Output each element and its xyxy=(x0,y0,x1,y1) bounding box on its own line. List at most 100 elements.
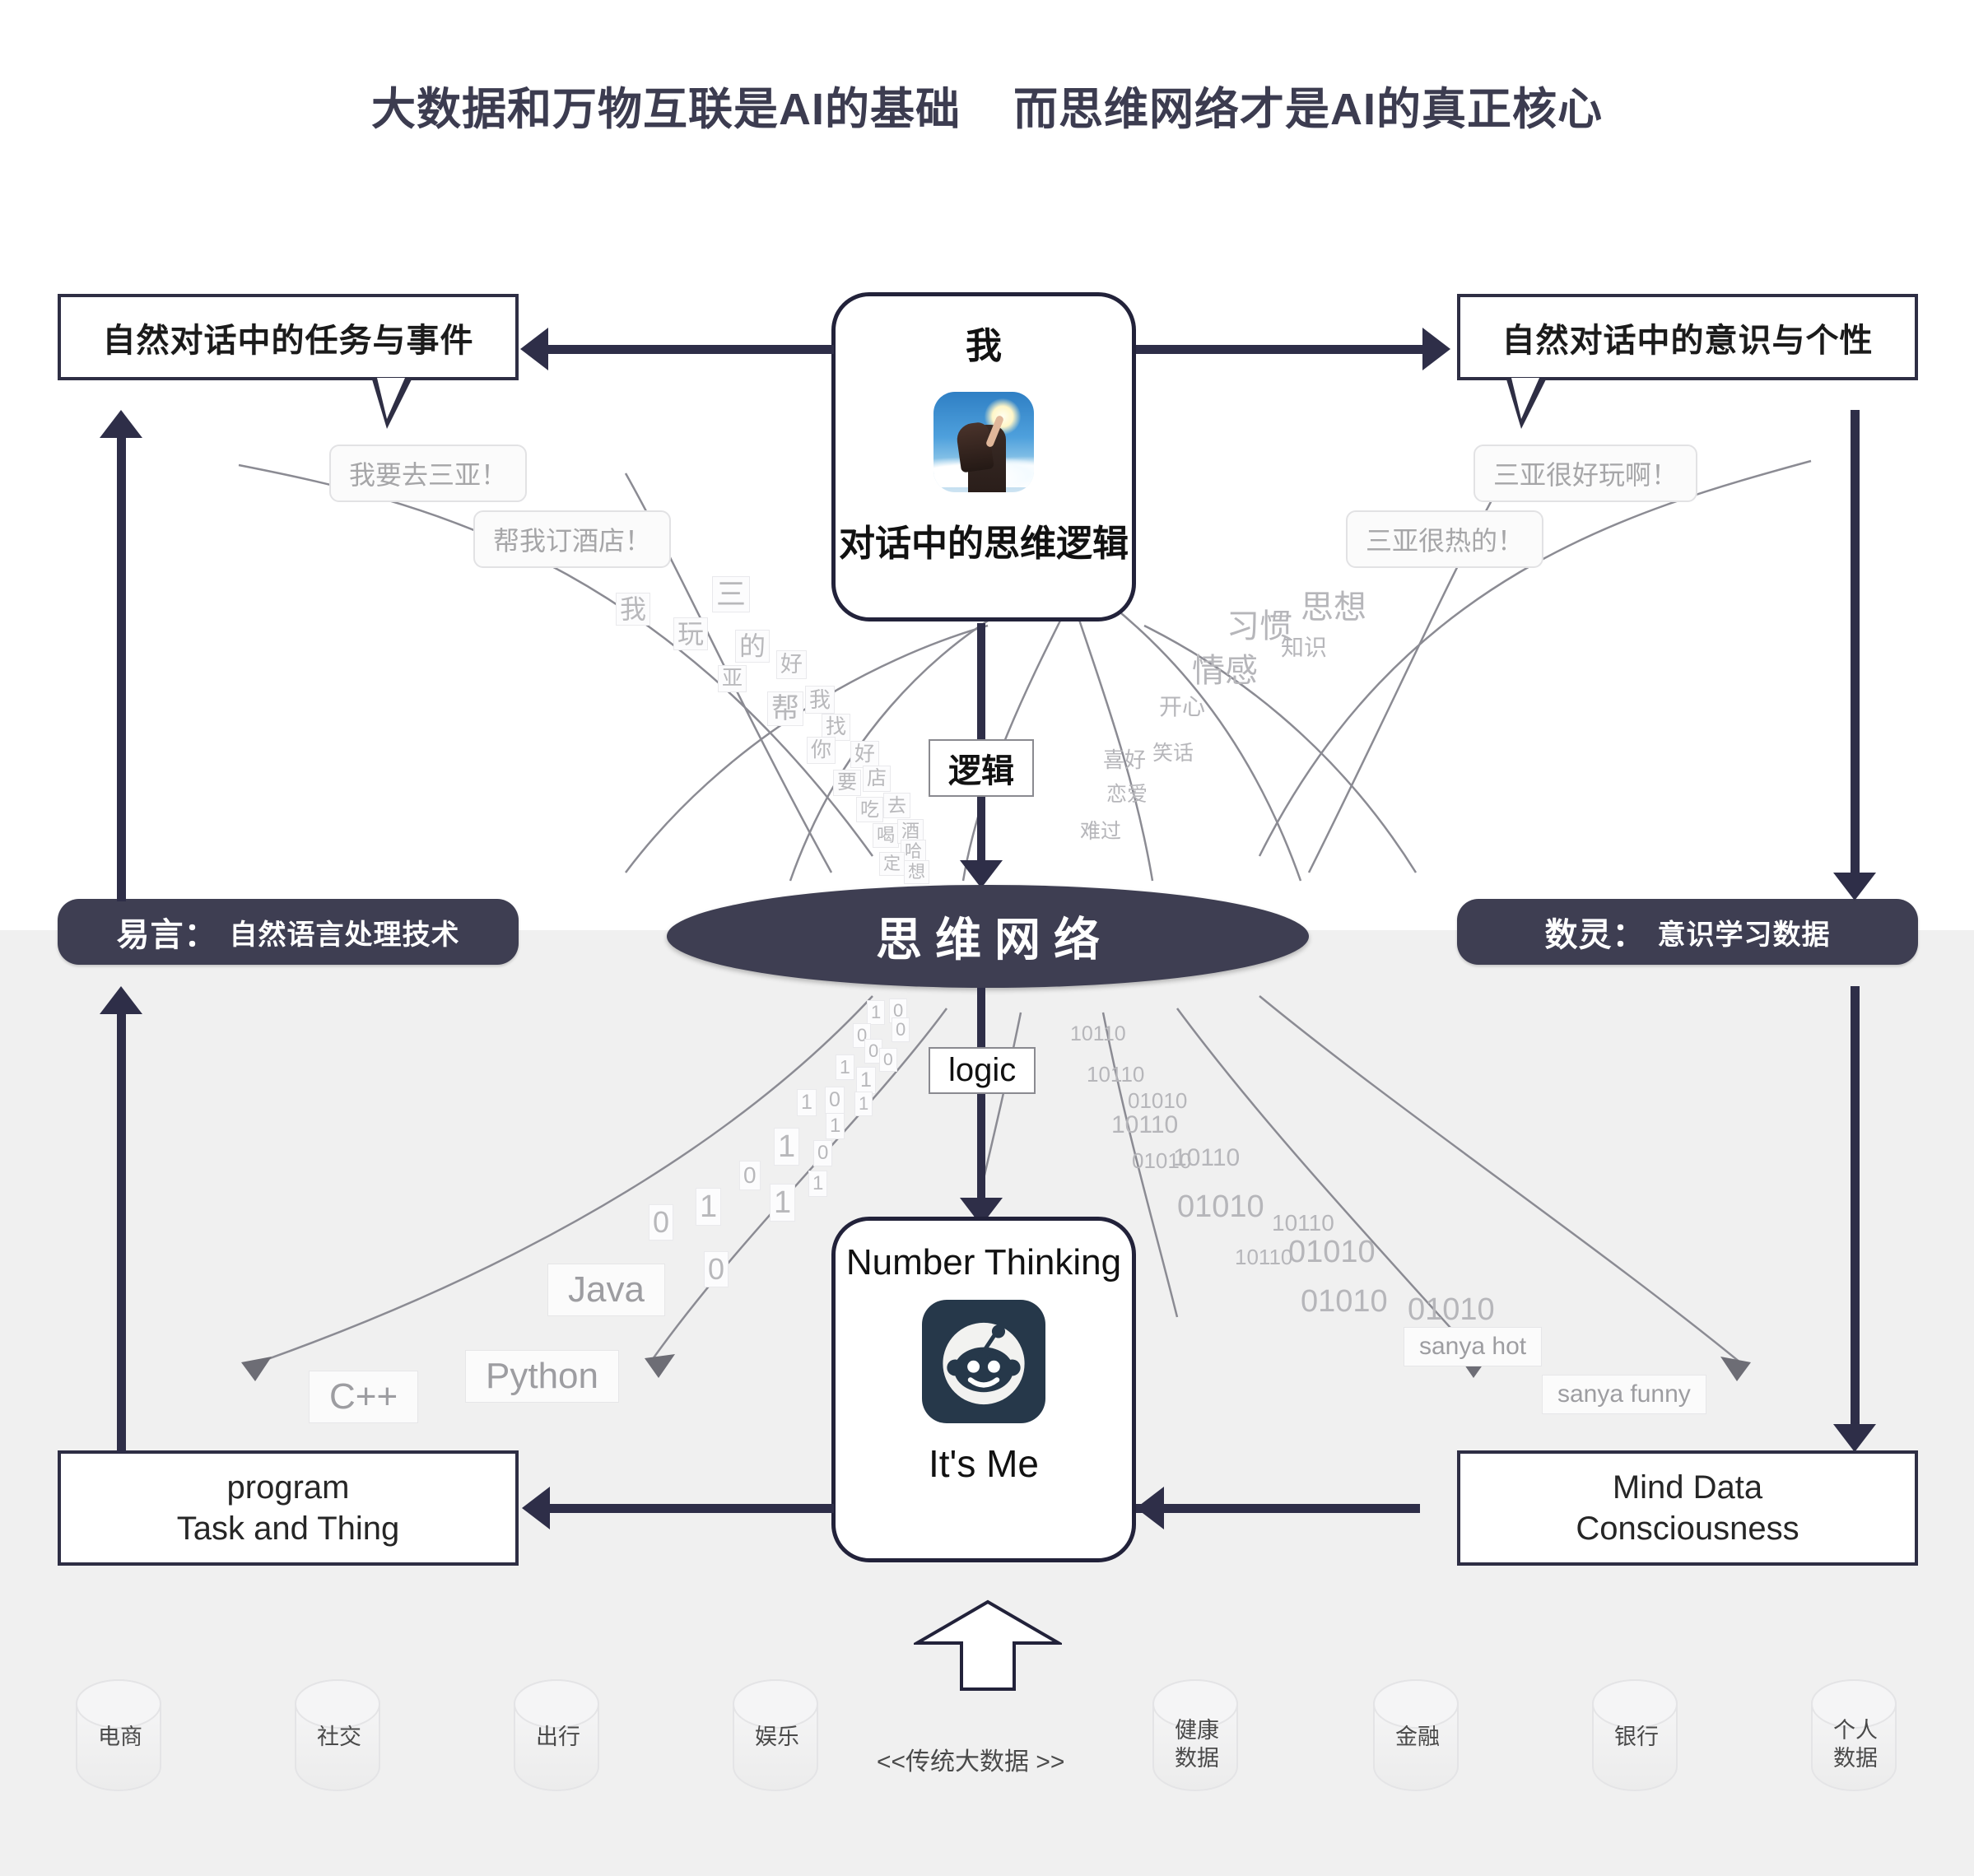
pill-left-light: 自然语言处理技术 xyxy=(229,919,460,951)
binary-digit: 1 xyxy=(797,1089,817,1116)
binary-word: 10110 xyxy=(1070,1022,1126,1045)
tag-sanya-funny: sanya funny xyxy=(1542,1375,1706,1414)
cylinder-label: 金融 xyxy=(1395,1725,1440,1749)
cylinder-datasource[interactable]: 金融 xyxy=(1373,1679,1459,1791)
word-tag: 难过 xyxy=(1080,820,1122,843)
binary-word: 10110 xyxy=(1087,1062,1145,1087)
pill-left-strong: 易言： xyxy=(116,917,218,953)
box-bottom-left[interactable]: program Task and Thing xyxy=(58,1450,519,1566)
central-node-mind-network[interactable]: 思维网络 xyxy=(667,885,1309,988)
box-top-left-label: 自然对话中的任务与事件 xyxy=(102,322,474,359)
bigdata-up-arrow-icon xyxy=(910,1597,1065,1700)
cylinder-datasource[interactable]: 银行 xyxy=(1592,1679,1678,1791)
binary-digit: 0 xyxy=(879,1048,897,1072)
page-title: 大数据和万物互联是AI的基础 而思维网络才是AI的真正核心 xyxy=(370,85,1603,134)
glyph-char: 我 xyxy=(805,686,836,714)
avatar-photo-icon xyxy=(933,392,1034,492)
tag-java: Java xyxy=(547,1264,665,1316)
word-tag: 笑话 xyxy=(1152,742,1194,765)
tag-python: Python xyxy=(465,1350,619,1403)
cylinder-label: 个人 数据 xyxy=(1833,1718,1878,1771)
arrow-self-to-network-head xyxy=(960,860,1003,888)
word-tag: 喜好 xyxy=(1103,747,1147,772)
central-node-label: 思维网络 xyxy=(876,914,1113,966)
box-top-right-label: 自然对话中的意识与个性 xyxy=(1501,322,1874,359)
binary-word: 10110 xyxy=(1173,1144,1241,1171)
binary-digit: 1 xyxy=(808,1171,828,1197)
pill-right-light: 意识学习数据 xyxy=(1657,919,1831,951)
card-self-top[interactable]: 我 对话中的思维逻辑 xyxy=(831,292,1136,621)
glyph-char: 帮 xyxy=(767,691,803,726)
tag-sanya-hot: sanya hot xyxy=(1404,1327,1543,1366)
arrow-bottom-left-head xyxy=(522,1487,550,1529)
bigdata-caption: <<传统大数据 >> xyxy=(877,1748,1065,1776)
glyph-char: 的 xyxy=(735,630,771,663)
binary-word: 01010 xyxy=(1128,1088,1188,1113)
arrow-left-up-upper-line xyxy=(117,436,126,901)
cylinder-datasource[interactable]: 社交 xyxy=(295,1679,380,1791)
glyph-char: 玩 xyxy=(673,617,709,650)
cylinder-datasource[interactable]: 健康 数据 xyxy=(1152,1679,1238,1791)
arrow-bottom-right-head xyxy=(1136,1487,1164,1529)
word-tag: 开心 xyxy=(1159,694,1206,719)
arrow-bottom-left-line xyxy=(550,1504,834,1513)
box-bottom-right-line2: Consciousness xyxy=(1576,1511,1799,1547)
box-top-left[interactable]: 自然对话中的任务与事件 xyxy=(58,294,519,380)
word-tag: 情感 xyxy=(1192,653,1258,689)
glyph-char: 想 xyxy=(904,860,929,884)
cylinder-top-icon xyxy=(295,1679,380,1729)
binary-digit: 0 xyxy=(649,1204,674,1241)
card-self-caption: 对话中的思维逻辑 xyxy=(839,524,1129,564)
card-self-title: 我 xyxy=(966,326,1002,366)
cylinder-datasource[interactable]: 出行 xyxy=(514,1679,599,1791)
cylinder-label: 出行 xyxy=(536,1725,580,1749)
word-tag: 思想 xyxy=(1301,589,1366,626)
bubble-left-1: 我要去三亚！ xyxy=(329,445,528,502)
arrow-left-up-lower-head xyxy=(100,986,142,1014)
arrow-top-right-line xyxy=(1136,345,1422,354)
arrow-right-down-upper-line xyxy=(1851,410,1860,875)
bubble-left-2: 帮我订酒店！ xyxy=(473,510,672,568)
card-number-caption: It's Me xyxy=(928,1442,1040,1485)
tag-cpp: C++ xyxy=(309,1371,419,1423)
arrow-top-right-head xyxy=(1422,328,1450,370)
binary-digit: 0 xyxy=(825,1087,845,1114)
glyph-char: 好 xyxy=(850,741,880,768)
cylinder-label: 健康 数据 xyxy=(1175,1718,1219,1771)
cylinder-label: 电商 xyxy=(98,1725,142,1749)
cylinder-top-icon xyxy=(514,1679,599,1729)
cylinder-datasource[interactable]: 娱乐 xyxy=(733,1679,818,1791)
glyph-char: 三 xyxy=(712,576,751,612)
cylinder-datasource[interactable]: 电商 xyxy=(76,1679,161,1791)
arrow-right-down-lower-line xyxy=(1851,986,1860,1427)
cylinder-top-icon xyxy=(1373,1679,1459,1729)
card-number-thinking[interactable]: Number Thinking It's Me xyxy=(831,1217,1136,1562)
box-bottom-left-line1: program xyxy=(226,1469,350,1506)
word-tag: 知识 xyxy=(1281,635,1328,660)
box-bottom-right[interactable]: Mind Data Consciousness xyxy=(1457,1450,1918,1566)
binary-word: 10110 xyxy=(1272,1210,1334,1236)
bubble-right-1: 三亚很好玩啊！ xyxy=(1474,445,1698,502)
binary-digit: 0 xyxy=(739,1161,761,1190)
glyph-char: 吃 xyxy=(856,797,883,822)
glyph-char: 你 xyxy=(807,737,836,764)
cylinder-datasource[interactable]: 个人 数据 xyxy=(1811,1679,1897,1791)
binary-word: 01010 xyxy=(1408,1292,1495,1327)
binary-digit: 0 xyxy=(704,1251,729,1287)
chip-logic-cn: 逻辑 xyxy=(929,739,1034,797)
binary-digit: 1 xyxy=(696,1188,722,1226)
cylinder-top-icon xyxy=(76,1679,161,1729)
callout-tail-right xyxy=(1506,378,1546,429)
pill-natural-language[interactable]: 易言： 自然语言处理技术 xyxy=(58,899,519,965)
cylinder-label: 娱乐 xyxy=(755,1725,799,1749)
glyph-char: 亚 xyxy=(718,665,747,692)
glyph-char: 店 xyxy=(863,766,891,792)
pill-mind-data[interactable]: 数灵： 意识学习数据 xyxy=(1457,899,1918,965)
binary-word: 01010 xyxy=(1288,1235,1376,1269)
box-top-right[interactable]: 自然对话中的意识与个性 xyxy=(1457,294,1918,380)
cylinder-top-icon xyxy=(733,1679,818,1729)
binary-digit: 1 xyxy=(826,1113,845,1139)
binary-digit: 1 xyxy=(867,1000,886,1025)
arrow-left-up-lower-line xyxy=(117,1012,126,1453)
glyph-char: 好 xyxy=(776,650,807,679)
